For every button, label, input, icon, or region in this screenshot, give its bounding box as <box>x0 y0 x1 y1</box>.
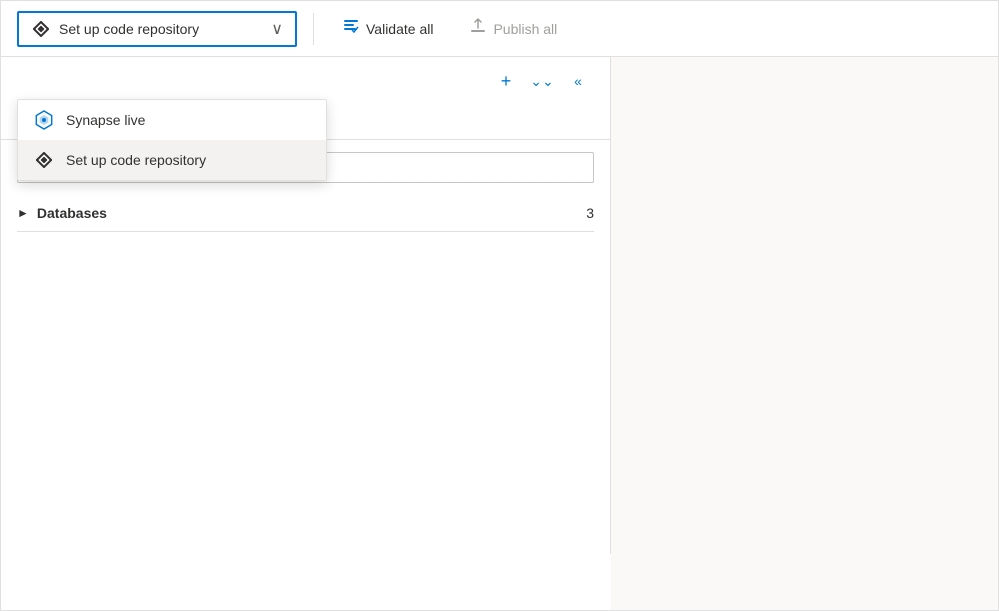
resource-list: ► Databases 3 <box>1 195 610 232</box>
collapse-all-button[interactable]: ⌄⌄ <box>526 65 558 97</box>
section-left: ► Databases <box>17 205 107 221</box>
chevron-down-icon: ∨ <box>271 19 283 39</box>
synapse-live-label: Synapse live <box>66 112 145 128</box>
databases-header[interactable]: ► Databases 3 <box>17 205 594 221</box>
expand-icon: ► <box>17 206 29 220</box>
toolbar: Set up code repository ∨ Validate all <box>1 1 998 57</box>
publish-icon <box>469 17 487 40</box>
panel-actions: + ⌄⌄ « <box>1 57 610 105</box>
validate-all-label: Validate all <box>366 21 433 37</box>
main-container: Set up code repository ∨ Validate all <box>0 0 999 611</box>
publish-all-button[interactable]: Publish all <box>457 11 569 46</box>
left-panel: + ⌄⌄ « Linked 🔍 <box>1 57 611 554</box>
validate-icon <box>342 17 360 40</box>
databases-count: 3 <box>586 205 594 221</box>
right-panel <box>611 57 998 610</box>
toolbar-divider <box>313 13 314 45</box>
repo-dropdown-label: Set up code repository <box>59 21 263 37</box>
dropdown-item-synapse-live[interactable]: Synapse live <box>18 100 326 140</box>
collapse-all-icon: ⌄⌄ <box>530 73 553 90</box>
git-diamond-icon <box>31 19 51 39</box>
dropdown-item-setup-repo[interactable]: Set up code repository <box>18 140 326 180</box>
add-resource-button[interactable]: + <box>490 65 522 97</box>
databases-label: Databases <box>37 205 107 221</box>
setup-repo-label: Set up code repository <box>66 152 206 168</box>
collapse-panel-button[interactable]: « <box>562 65 594 97</box>
resource-section-databases: ► Databases 3 <box>17 195 594 232</box>
collapse-icon: « <box>574 73 582 89</box>
synapse-icon <box>34 110 54 130</box>
dropdown-menu: Synapse live Set up code repository <box>17 99 327 181</box>
repo-dropdown[interactable]: Set up code repository ∨ <box>17 11 297 47</box>
publish-all-label: Publish all <box>493 21 557 37</box>
add-icon: + <box>501 71 512 92</box>
git-diamond-icon-menu <box>34 150 54 170</box>
validate-all-button[interactable]: Validate all <box>330 11 445 46</box>
